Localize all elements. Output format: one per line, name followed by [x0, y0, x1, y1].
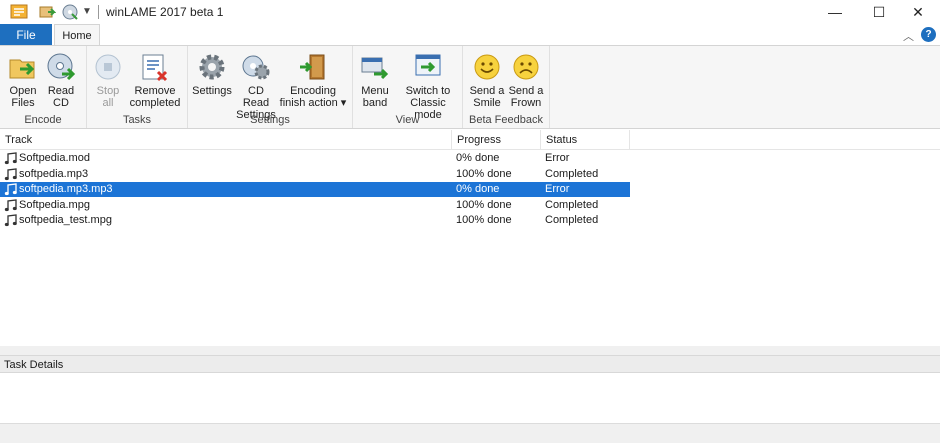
track-progress: 0% done	[456, 152, 500, 164]
smile-icon	[472, 52, 502, 82]
task-details-panel	[0, 373, 940, 423]
stop-all-button[interactable]: Stop all	[91, 52, 125, 109]
tracklist-header: Track Progress Status	[0, 130, 940, 150]
table-row[interactable]: softpedia_test.mpg 100% done Completed	[0, 213, 630, 228]
menu-band-icon	[360, 52, 390, 82]
title-separator	[98, 5, 99, 19]
group-label-beta-feedback: Beta Feedback	[469, 114, 543, 126]
encoding-finish-action-button[interactable]: Encoding finish action ▾	[278, 52, 348, 109]
music-note-icon	[4, 183, 17, 196]
track-progress: 100% done	[456, 168, 512, 180]
track-name: softpedia_test.mpg	[19, 214, 112, 226]
music-note-icon	[4, 199, 17, 212]
quick-open-icon[interactable]	[38, 3, 57, 21]
track-progress: 0% done	[456, 183, 500, 195]
group-settings: Settings CD Read Settings Encoding finis…	[188, 46, 353, 128]
send-smile-label-1: Send a	[469, 85, 505, 97]
track-name: softpedia.mp3	[19, 168, 89, 180]
group-label-encode: Encode	[24, 114, 62, 126]
cd-read-settings-label-1: CD Read	[242, 85, 270, 109]
open-files-label-2: Files	[11, 97, 35, 109]
tab-home[interactable]: Home	[54, 24, 100, 46]
exit-door-icon	[298, 52, 328, 82]
track-name: Softpedia.mpg	[19, 199, 90, 211]
remove-completed-icon	[140, 52, 170, 82]
music-note-icon	[4, 168, 17, 181]
group-beta-feedback: Send a Smile Send a Frown Beta Feedback	[463, 46, 550, 128]
group-label-settings: Settings	[250, 114, 290, 126]
cd-gear-icon	[241, 52, 271, 82]
help-icon[interactable]: ?	[921, 27, 936, 42]
track-progress: 100% done	[456, 199, 512, 211]
track-name: Softpedia.mod	[19, 152, 90, 164]
open-files-label-1: Open	[9, 85, 37, 97]
menu-band-button[interactable]: Menu band	[357, 52, 393, 109]
settings-button[interactable]: Settings	[192, 52, 232, 97]
table-row[interactable]: Softpedia.mod 0% done Error	[0, 151, 630, 166]
ribbon-tabs: File Home ︿ ?	[0, 24, 940, 46]
read-cd-icon	[46, 52, 76, 82]
music-note-icon	[4, 214, 17, 227]
table-row[interactable]: softpedia.mp3 100% done Completed	[0, 167, 630, 182]
column-track[interactable]: Track	[0, 130, 452, 150]
group-tasks: Stop all Remove completed Tasks	[87, 46, 188, 128]
close-button[interactable]: ✕	[896, 0, 940, 24]
table-row[interactable]: Softpedia.mpg 100% done Completed	[0, 198, 630, 213]
track-name: softpedia.mp3.mp3	[19, 183, 113, 195]
open-files-icon	[8, 52, 38, 82]
remove-completed-label-2: completed	[129, 97, 181, 109]
menu-band-label-2: band	[362, 97, 388, 109]
column-status[interactable]: Status	[541, 130, 630, 150]
track-status: Completed	[545, 168, 599, 180]
minimize-button[interactable]: —	[813, 0, 857, 24]
read-cd-button[interactable]: Read CD	[44, 52, 78, 109]
switch-classic-mode-label-1: Switch to	[405, 85, 451, 97]
encoding-finish-action-label-2: finish action ▾	[279, 97, 347, 109]
frown-icon	[511, 52, 541, 82]
track-status: Error	[545, 152, 570, 164]
read-cd-label-2: CD	[53, 97, 69, 109]
quick-cd-icon[interactable]	[61, 3, 79, 21]
window-title: winLAME 2017 beta 1	[106, 5, 224, 19]
group-encode: Open Files Read CD Encode	[0, 46, 87, 128]
classic-mode-icon	[413, 52, 443, 82]
send-smile-button[interactable]: Send a Smile	[469, 52, 505, 109]
send-frown-label-2: Frown	[510, 97, 542, 109]
open-files-button[interactable]: Open Files	[6, 52, 40, 109]
send-smile-label-2: Smile	[473, 97, 501, 109]
cd-read-settings-button[interactable]: CD Read Settings	[234, 52, 278, 121]
read-cd-label-1: Read	[47, 85, 75, 97]
stop-all-label-1: Stop	[96, 85, 120, 97]
group-label-view: View	[395, 114, 420, 126]
group-view: Menu band Switch to Classic mode View	[353, 46, 463, 128]
track-status: Completed	[545, 214, 599, 226]
table-row-selected[interactable]: softpedia.mp3.mp3 0% done Error	[0, 182, 630, 197]
app-icon[interactable]	[10, 3, 28, 21]
switch-classic-mode-button[interactable]: Switch to Classic mode	[395, 52, 461, 121]
title-bar: ▼ winLAME 2017 beta 1 — ☐ ✕	[0, 0, 940, 24]
music-note-icon	[4, 152, 17, 165]
stop-all-label-2: all	[102, 97, 114, 109]
remove-completed-label-1: Remove	[134, 85, 176, 97]
column-progress[interactable]: Progress	[452, 130, 541, 150]
group-label-tasks: Tasks	[122, 114, 152, 126]
send-frown-label-1: Send a	[508, 85, 544, 97]
track-status: Error	[545, 183, 570, 195]
task-details-title: Task Details	[0, 355, 940, 373]
track-status: Completed	[545, 199, 599, 211]
menu-band-label-1: Menu	[361, 85, 389, 97]
tab-file[interactable]: File	[0, 24, 52, 46]
settings-label-1: Settings	[192, 85, 232, 97]
send-frown-button[interactable]: Send a Frown	[507, 52, 545, 109]
stop-icon	[93, 52, 123, 82]
maximize-button[interactable]: ☐	[857, 0, 901, 24]
gear-icon	[197, 52, 227, 82]
track-progress: 100% done	[456, 214, 512, 226]
remove-completed-button[interactable]: Remove completed	[127, 52, 183, 109]
collapse-ribbon-icon[interactable]: ︿	[903, 28, 914, 44]
ribbon: Open Files Read CD Encode Stop all Remov…	[0, 45, 940, 129]
status-bar	[0, 423, 940, 443]
encoding-finish-action-label-1: Encoding	[290, 85, 336, 97]
